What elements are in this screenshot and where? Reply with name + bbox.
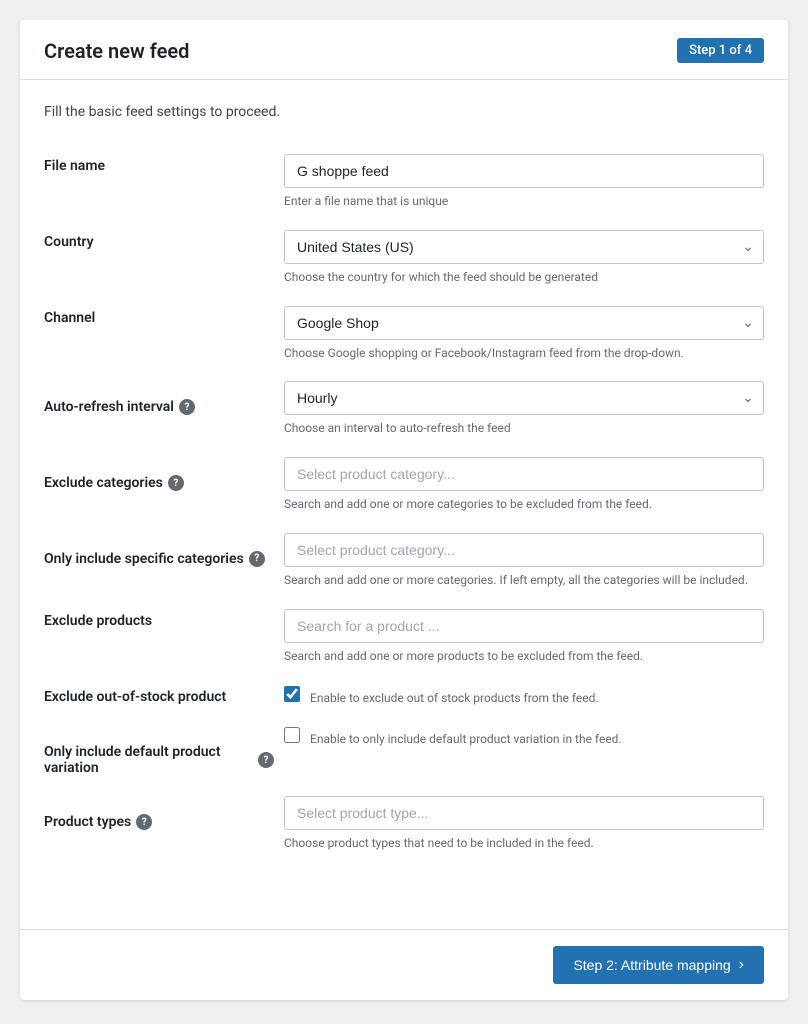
auto-refresh-select[interactable]: Hourly Daily Weekly xyxy=(284,381,764,415)
include-categories-hint: Search and add one or more categories. I… xyxy=(284,572,764,589)
product-types-input[interactable] xyxy=(284,796,764,830)
default-variation-label: Only include default product variation xyxy=(44,744,253,776)
channel-hint: Choose Google shopping or Facebook/Insta… xyxy=(284,345,764,362)
include-categories-label-group: Only include specific categories ? xyxy=(44,537,274,567)
country-row: Country United States (US) United Kingdo… xyxy=(44,220,764,296)
include-categories-field-cell: Search and add one or more categories. I… xyxy=(274,523,764,599)
country-select-wrapper: United States (US) United Kingdom (UK) C… xyxy=(284,230,764,264)
file-name-label: File name xyxy=(44,144,274,220)
include-categories-input[interactable] xyxy=(284,533,764,567)
card-body: Fill the basic feed settings to proceed.… xyxy=(20,80,788,905)
exclude-out-of-stock-label: Exclude out-of-stock product xyxy=(44,675,274,717)
next-step-arrow-icon: › xyxy=(739,956,744,974)
include-categories-row: Only include specific categories ? Searc… xyxy=(44,523,764,599)
exclude-categories-label-cell: Exclude categories ? xyxy=(44,447,274,523)
step-badge: Step 1 of 4 xyxy=(677,38,764,63)
default-variation-hint: Enable to only include default product v… xyxy=(310,731,622,748)
product-types-help-icon[interactable]: ? xyxy=(136,814,152,830)
default-variation-hint-group: Enable to only include default product v… xyxy=(310,726,622,748)
exclude-out-of-stock-checkbox[interactable] xyxy=(284,686,300,702)
next-step-button[interactable]: Step 2: Attribute mapping › xyxy=(553,946,764,984)
form-table: File name Enter a file name that is uniq… xyxy=(44,144,764,862)
file-name-row: File name Enter a file name that is uniq… xyxy=(44,144,764,220)
country-field-cell: United States (US) United Kingdom (UK) C… xyxy=(274,220,764,296)
auto-refresh-label-group: Auto-refresh interval ? xyxy=(44,385,274,415)
auto-refresh-label-cell: Auto-refresh interval ? xyxy=(44,371,274,447)
exclude-out-of-stock-field-cell: Enable to exclude out of stock products … xyxy=(274,675,764,717)
exclude-categories-field-cell: Search and add one or more categories to… xyxy=(274,447,764,523)
country-label: Country xyxy=(44,220,274,296)
auto-refresh-field-cell: Hourly Daily Weekly ⌄ Choose an interval… xyxy=(274,371,764,447)
exclude-out-of-stock-row: Exclude out-of-stock product Enable to e… xyxy=(44,675,764,717)
default-variation-help-icon[interactable]: ? xyxy=(258,752,274,768)
exclude-products-input[interactable] xyxy=(284,609,764,643)
auto-refresh-select-wrapper: Hourly Daily Weekly ⌄ xyxy=(284,381,764,415)
include-categories-help-icon[interactable]: ? xyxy=(249,551,265,567)
product-types-field-cell: Choose product types that need to be inc… xyxy=(274,786,764,862)
exclude-categories-help-icon[interactable]: ? xyxy=(168,475,184,491)
card-footer: Step 2: Attribute mapping › xyxy=(20,929,788,1000)
product-types-label: Product types xyxy=(44,814,131,830)
default-variation-label-cell: Only include default product variation ? xyxy=(44,716,274,786)
include-categories-label-cell: Only include specific categories ? xyxy=(44,523,274,599)
product-types-hint: Choose product types that need to be inc… xyxy=(284,835,764,852)
product-types-label-group: Product types ? xyxy=(44,800,274,830)
channel-row: Channel Google Shop Facebook/Instagram ⌄… xyxy=(44,296,764,372)
exclude-categories-label: Exclude categories xyxy=(44,475,163,491)
exclude-products-label: Exclude products xyxy=(44,599,274,675)
default-variation-wrapper: Enable to only include default product v… xyxy=(284,726,764,748)
exclude-categories-hint: Search and add one or more categories to… xyxy=(284,496,764,513)
exclude-products-hint: Search and add one or more products to b… xyxy=(284,648,764,665)
auto-refresh-row: Auto-refresh interval ? Hourly Daily Wee… xyxy=(44,371,764,447)
product-types-row: Product types ? Choose product types tha… xyxy=(44,786,764,862)
card-header: Create new feed Step 1 of 4 xyxy=(20,20,788,80)
page-title: Create new feed xyxy=(44,39,189,63)
default-variation-row: Only include default product variation ?… xyxy=(44,716,764,786)
create-feed-card: Create new feed Step 1 of 4 Fill the bas… xyxy=(20,20,788,1000)
product-types-label-cell: Product types ? xyxy=(44,786,274,862)
channel-select[interactable]: Google Shop Facebook/Instagram xyxy=(284,306,764,340)
exclude-categories-label-group: Exclude categories ? xyxy=(44,461,274,491)
form-subtitle: Fill the basic feed settings to proceed. xyxy=(44,104,764,120)
channel-select-wrapper: Google Shop Facebook/Instagram ⌄ xyxy=(284,306,764,340)
next-step-label: Step 2: Attribute mapping xyxy=(573,957,730,973)
country-select[interactable]: United States (US) United Kingdom (UK) C… xyxy=(284,230,764,264)
exclude-out-of-stock-hint-group: Enable to exclude out of stock products … xyxy=(310,685,599,707)
default-variation-checkbox[interactable] xyxy=(284,727,300,743)
default-variation-label-group: Only include default product variation ? xyxy=(44,730,274,776)
exclude-out-of-stock-wrapper: Enable to exclude out of stock products … xyxy=(284,685,764,707)
file-name-field-cell: Enter a file name that is unique xyxy=(274,144,764,220)
auto-refresh-hint: Choose an interval to auto-refresh the f… xyxy=(284,420,764,437)
include-categories-label: Only include specific categories xyxy=(44,551,244,567)
exclude-products-field-cell: Search and add one or more products to b… xyxy=(274,599,764,675)
exclude-categories-input[interactable] xyxy=(284,457,764,491)
auto-refresh-help-icon[interactable]: ? xyxy=(179,399,195,415)
exclude-out-of-stock-hint: Enable to exclude out of stock products … xyxy=(310,690,599,707)
auto-refresh-label: Auto-refresh interval xyxy=(44,399,174,415)
file-name-hint: Enter a file name that is unique xyxy=(284,193,764,210)
exclude-categories-row: Exclude categories ? Search and add one … xyxy=(44,447,764,523)
file-name-input[interactable] xyxy=(284,154,764,188)
default-variation-field-cell: Enable to only include default product v… xyxy=(274,716,764,786)
country-hint: Choose the country for which the feed sh… xyxy=(284,269,764,286)
exclude-products-row: Exclude products Search and add one or m… xyxy=(44,599,764,675)
channel-label: Channel xyxy=(44,296,274,372)
channel-field-cell: Google Shop Facebook/Instagram ⌄ Choose … xyxy=(274,296,764,372)
